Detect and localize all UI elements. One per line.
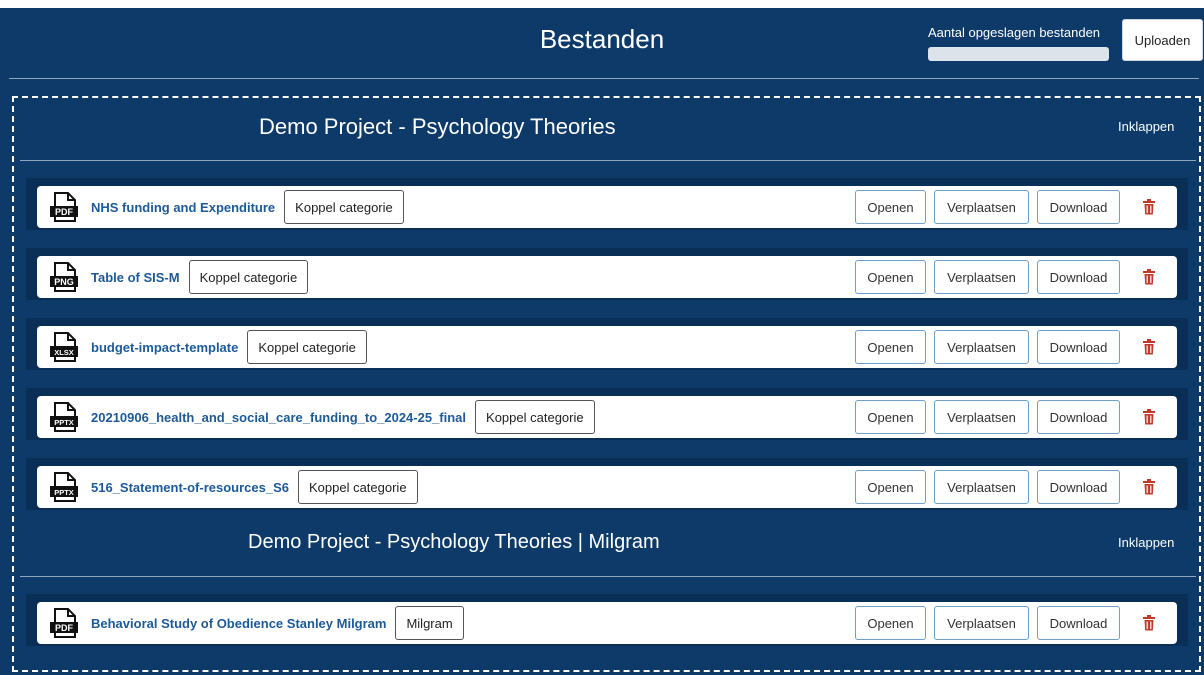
storage-indicator: Aantal opgeslagen bestanden xyxy=(928,25,1109,61)
project-divider xyxy=(20,576,1196,577)
category-button[interactable]: Koppel categorie xyxy=(247,330,367,364)
file-row: PNG Table of SIS-M Koppel categorie Open… xyxy=(37,256,1177,298)
move-button[interactable]: Verplaatsen xyxy=(934,190,1029,224)
file-row: PPTX 20210906_health_and_social_care_fun… xyxy=(37,396,1177,438)
trash-icon[interactable] xyxy=(1142,409,1156,425)
file-row: PDF NHS funding and Expenditure Koppel c… xyxy=(37,186,1177,228)
file-row: PDF Behavioral Study of Obedience Stanle… xyxy=(37,602,1177,644)
files-panel: Bestanden Aantal opgeslagen bestanden Up… xyxy=(0,8,1204,675)
download-button[interactable]: Download xyxy=(1037,330,1120,364)
file-row-band: XLSX budget-impact-template Koppel categ… xyxy=(26,318,1188,370)
file-type-icon: PPTX xyxy=(49,402,79,432)
svg-text:PDF: PDF xyxy=(55,207,74,217)
upload-button[interactable]: Uploaden xyxy=(1122,19,1203,61)
category-button[interactable]: Koppel categorie xyxy=(475,400,595,434)
download-button[interactable]: Download xyxy=(1037,606,1120,640)
open-button[interactable]: Openen xyxy=(855,330,926,364)
download-button[interactable]: Download xyxy=(1037,400,1120,434)
open-button[interactable]: Openen xyxy=(855,400,926,434)
download-button[interactable]: Download xyxy=(1037,190,1120,224)
open-button[interactable]: Openen xyxy=(855,606,926,640)
svg-text:PPTX: PPTX xyxy=(54,488,74,497)
file-actions: Openen Verplaatsen Download xyxy=(855,330,1156,364)
file-actions: Openen Verplaatsen Download xyxy=(855,190,1156,224)
file-name-link[interactable]: NHS funding and Expenditure xyxy=(91,200,275,215)
category-button[interactable]: Koppel categorie xyxy=(297,470,418,504)
file-name-link[interactable]: budget-impact-template xyxy=(91,340,238,355)
files-header: Bestanden Aantal opgeslagen bestanden Up… xyxy=(0,8,1204,78)
open-button[interactable]: Openen xyxy=(855,470,926,504)
trash-icon[interactable] xyxy=(1142,479,1156,495)
download-button[interactable]: Download xyxy=(1037,470,1120,504)
project-divider xyxy=(20,160,1196,161)
file-name-link[interactable]: 20210906_health_and_social_care_funding_… xyxy=(91,410,466,425)
file-row: PPTX 516_Statement-of-resources_S6 Koppe… xyxy=(37,466,1177,508)
download-button[interactable]: Download xyxy=(1037,260,1120,294)
project-title: Demo Project - Psychology Theories | Mil… xyxy=(248,531,660,553)
category-button[interactable]: Koppel categorie xyxy=(188,260,309,294)
file-actions: Openen Verplaatsen Download xyxy=(855,606,1156,640)
header-divider xyxy=(9,78,1199,79)
project-title: Demo Project - Psychology Theories xyxy=(259,114,616,139)
collapse-button[interactable]: Inklappen xyxy=(1118,535,1174,550)
file-type-icon: PDF xyxy=(49,192,79,222)
move-button[interactable]: Verplaatsen xyxy=(934,400,1029,434)
trash-icon[interactable] xyxy=(1142,339,1156,355)
open-button[interactable]: Openen xyxy=(855,260,926,294)
file-row-band: PNG Table of SIS-M Koppel categorie Open… xyxy=(26,248,1188,300)
file-row-band: PDF NHS funding and Expenditure Koppel c… xyxy=(26,178,1188,230)
move-button[interactable]: Verplaatsen xyxy=(934,260,1029,294)
svg-text:PNG: PNG xyxy=(54,277,74,287)
file-actions: Openen Verplaatsen Download xyxy=(855,400,1156,434)
file-actions: Openen Verplaatsen Download xyxy=(855,260,1156,294)
file-name-link[interactable]: Behavioral Study of Obedience Stanley Mi… xyxy=(91,616,386,631)
file-name-link[interactable]: 516_Statement-of-resources_S6 xyxy=(91,480,289,495)
svg-text:XLSX: XLSX xyxy=(54,348,74,357)
category-button[interactable]: Milgram xyxy=(395,606,464,640)
trash-icon[interactable] xyxy=(1142,199,1156,215)
trash-icon[interactable] xyxy=(1142,615,1156,631)
file-row-band: PDF Behavioral Study of Obedience Stanle… xyxy=(26,594,1188,646)
svg-text:PPTX: PPTX xyxy=(54,418,74,427)
move-button[interactable]: Verplaatsen xyxy=(934,330,1029,364)
file-type-icon: PDF xyxy=(49,608,79,638)
collapse-button[interactable]: Inklappen xyxy=(1118,119,1174,134)
open-button[interactable]: Openen xyxy=(855,190,926,224)
trash-icon[interactable] xyxy=(1142,269,1156,285)
file-type-icon: PNG xyxy=(49,262,79,292)
svg-text:PDF: PDF xyxy=(55,623,74,633)
storage-progress-bar xyxy=(928,47,1109,61)
file-row: XLSX budget-impact-template Koppel categ… xyxy=(37,326,1177,368)
file-type-icon: XLSX xyxy=(49,332,79,362)
file-actions: Openen Verplaatsen Download xyxy=(855,470,1156,504)
storage-label: Aantal opgeslagen bestanden xyxy=(928,25,1101,40)
file-row-band: PPTX 516_Statement-of-resources_S6 Koppe… xyxy=(26,458,1188,510)
file-type-icon: PPTX xyxy=(49,472,79,502)
file-name-link[interactable]: Table of SIS-M xyxy=(91,270,180,285)
category-button[interactable]: Koppel categorie xyxy=(284,190,404,224)
file-row-band: PPTX 20210906_health_and_social_care_fun… xyxy=(26,388,1188,440)
move-button[interactable]: Verplaatsen xyxy=(934,606,1029,640)
move-button[interactable]: Verplaatsen xyxy=(934,470,1029,504)
